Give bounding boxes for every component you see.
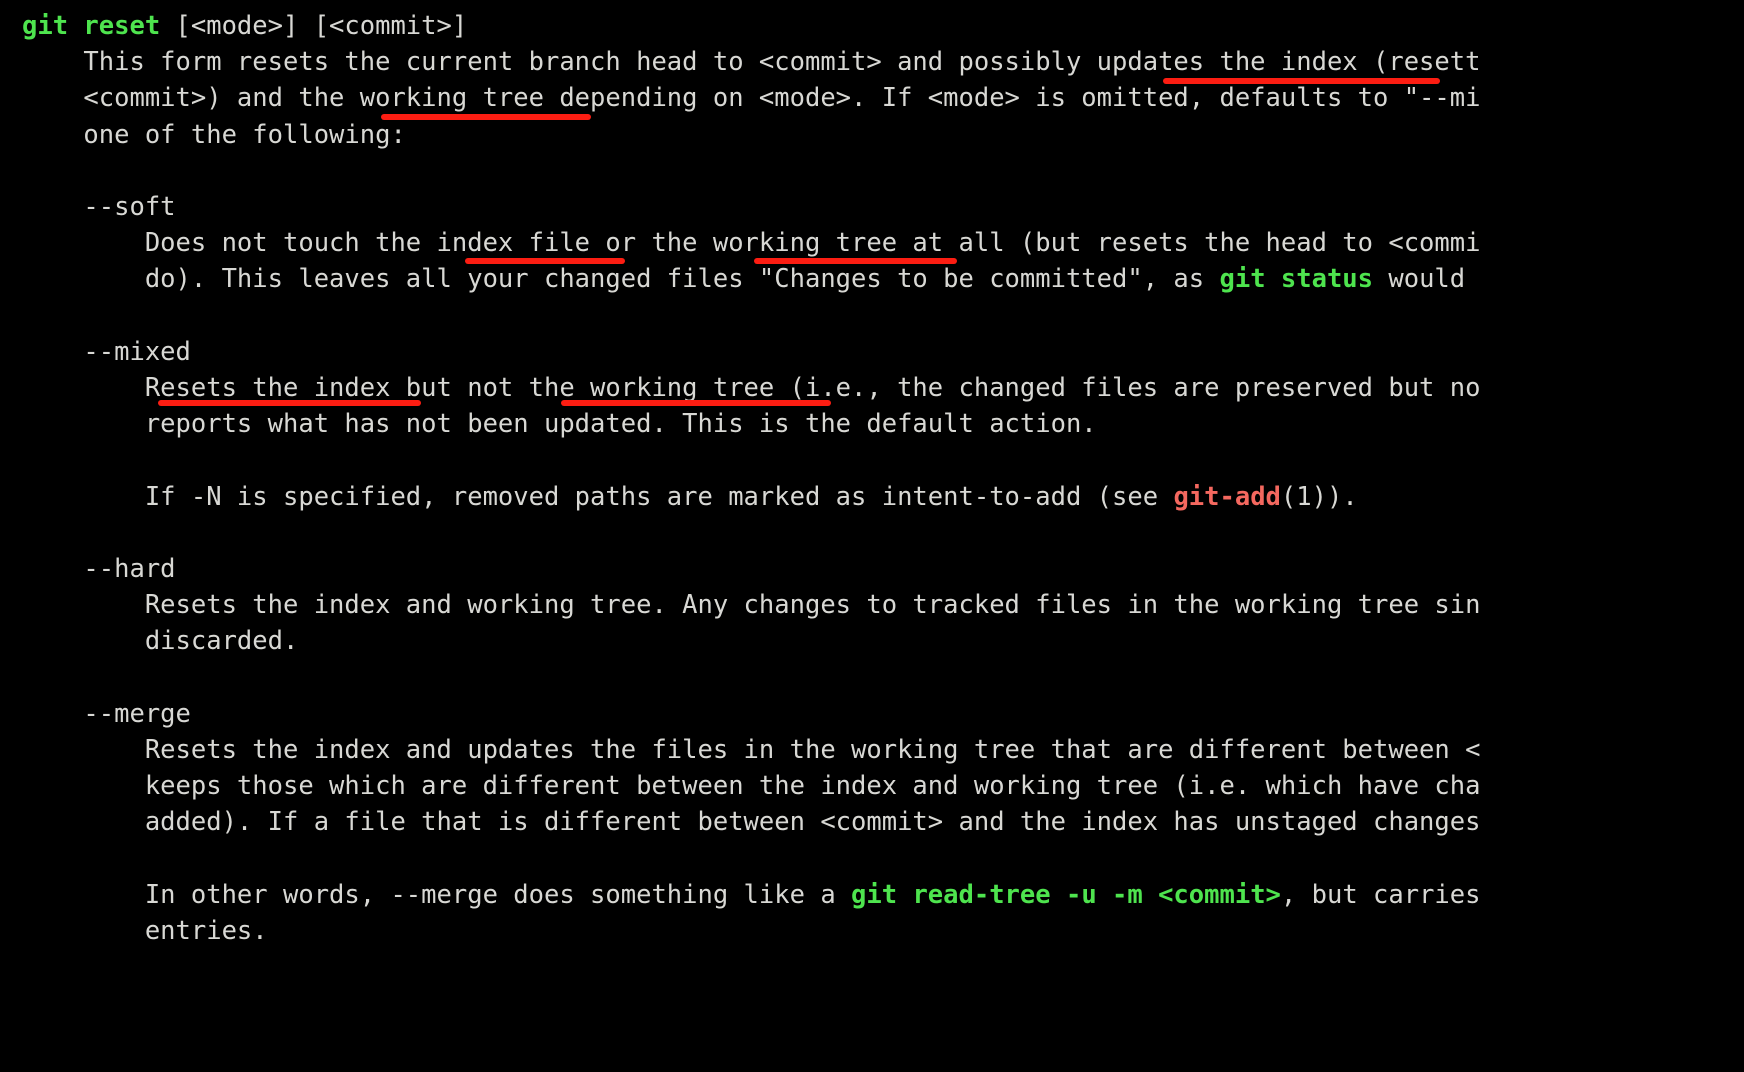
text-run: keeps those which are different between … (22, 771, 1481, 802)
text-line: reports what has not been updated. This … (22, 406, 1097, 442)
git-command-highlight: git status (1219, 264, 1374, 295)
terminal-window: git reset [<mode>] [<commit>] This form … (0, 0, 1744, 1072)
text-run: added). If a file that is different betw… (22, 807, 1481, 838)
text-line: Resets the index but not the working tre… (22, 370, 1481, 406)
text-run: --soft (22, 192, 176, 222)
text-run: (1)). (1280, 481, 1358, 512)
text-line: keeps those which are different between … (22, 768, 1481, 804)
text-run: Does not touch the index file or the wor… (22, 228, 1481, 259)
text-line: --merge (22, 696, 191, 732)
text-run: entries. (22, 916, 268, 946)
text-line: one of the following: (22, 117, 406, 153)
text-run: In other words, --merge does something l… (22, 879, 852, 910)
text-line: entries. (22, 913, 268, 949)
text-line: --hard (22, 551, 176, 587)
man-page-reference: git-add (1173, 481, 1281, 512)
text-line: If -N is specified, removed paths are ma… (22, 479, 1358, 515)
git-command-highlight: git reset (22, 11, 161, 41)
text-line: In other words, --merge does something l… (22, 877, 1481, 913)
text-line: do). This leaves all your changed files … (22, 261, 1480, 297)
text-run: --mixed (22, 336, 191, 367)
text-line: Does not touch the index file or the wor… (22, 225, 1481, 261)
text-run: --merge (22, 698, 191, 729)
text-run: --hard (22, 554, 176, 584)
text-line: Resets the index and updates the files i… (22, 732, 1481, 768)
text-line: This form resets the current branch head… (22, 44, 1480, 80)
text-run: [<mode>] [<commit>] (160, 11, 468, 41)
text-line: --soft (22, 189, 176, 225)
text-line: git reset [<mode>] [<commit>] (22, 8, 467, 44)
git-command-highlight: git read-tree -u -m <commit> (851, 879, 1281, 910)
text-run: If -N is specified, removed paths are ma… (22, 481, 1174, 512)
text-run: reports what has not been updated. This … (22, 409, 1097, 440)
text-run: Resets the index and working tree. Any c… (22, 590, 1481, 621)
text-run: , but carries (1280, 879, 1481, 910)
text-line: discarded. (22, 623, 299, 659)
text-line: Resets the index and working tree. Any c… (22, 587, 1481, 623)
text-line: --mixed (22, 334, 191, 370)
text-run: Resets the index and updates the files i… (22, 735, 1481, 765)
text-line: added). If a file that is different betw… (22, 804, 1481, 840)
text-line: <commit>) and the working tree depending… (22, 80, 1480, 116)
text-run: discarded. (22, 626, 299, 657)
text-run: <commit>) and the working tree depending… (22, 83, 1481, 114)
text-run: do). This leaves all your changed files … (22, 264, 1220, 295)
text-run: This form resets the current branch head… (22, 47, 1481, 78)
text-run: Resets the index but not the working tre… (22, 373, 1481, 403)
text-run: would (1373, 264, 1481, 295)
text-run: one of the following: (22, 119, 406, 150)
